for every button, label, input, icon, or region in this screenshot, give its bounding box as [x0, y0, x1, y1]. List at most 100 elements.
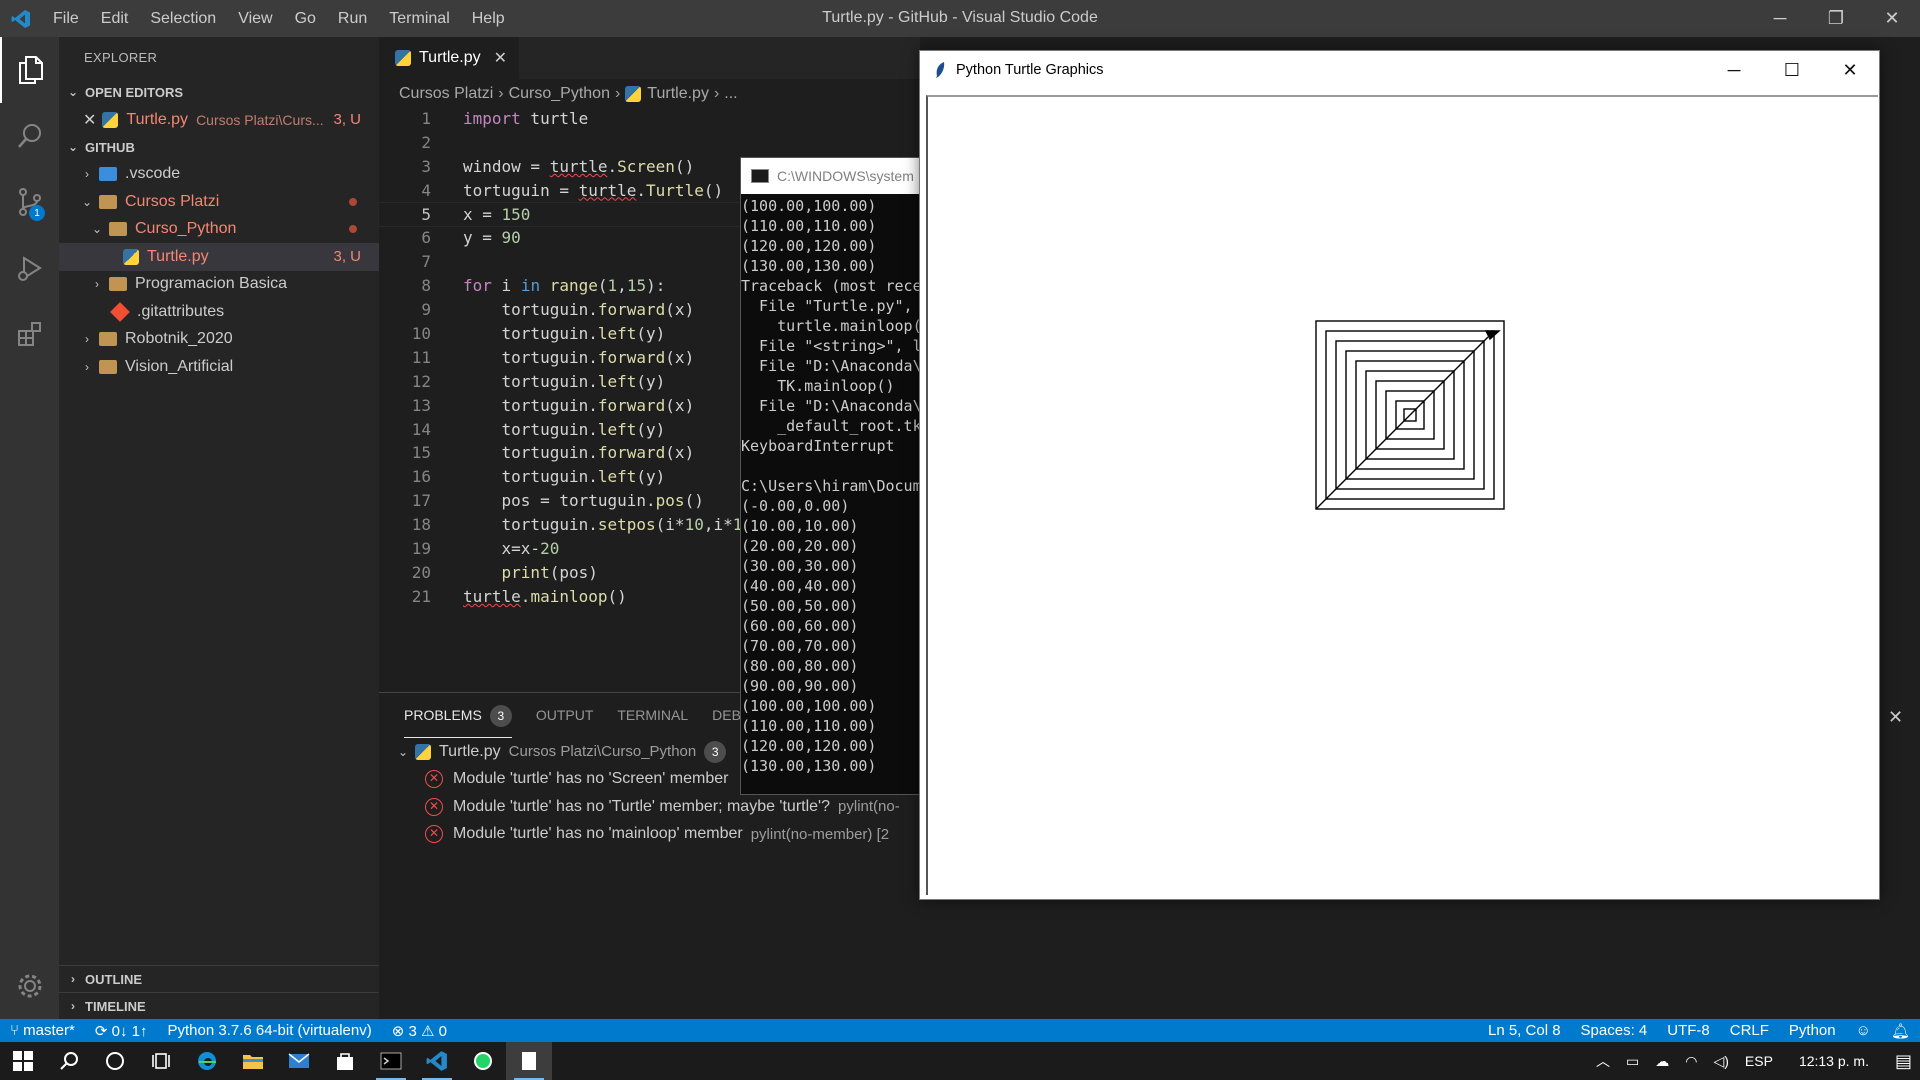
- tray-chevron-up-icon[interactable]: ︿: [1588, 1051, 1618, 1071]
- workspace-label: GITHUB: [85, 139, 135, 155]
- wifi-icon[interactable]: ◠: [1677, 1053, 1705, 1070]
- line-number: 2: [421, 132, 431, 152]
- breadcrumb-item[interactable]: Turtle.py: [647, 85, 709, 103]
- feedback-icon[interactable]: ☺: [1846, 1022, 1881, 1040]
- tree-item-programacion-basica[interactable]: › Programacion Basica: [59, 271, 379, 299]
- code-text: for i in range(1,15):: [463, 276, 666, 296]
- tree-item-turtle-py[interactable]: Turtle.py 3, U: [59, 243, 379, 271]
- menu-view[interactable]: View: [227, 0, 283, 37]
- timeline-header[interactable]: › TIMELINE: [59, 992, 379, 1019]
- problems-file-name: Turtle.py: [439, 742, 501, 760]
- line-number: 21: [411, 586, 431, 606]
- taskbar-edge[interactable]: [184, 1042, 230, 1080]
- language-mode[interactable]: Python: [1779, 1022, 1846, 1040]
- taskbar-store[interactable]: [322, 1042, 368, 1080]
- tree-item-robotnik[interactable]: › Robotnik_2020: [59, 326, 379, 354]
- action-center-icon[interactable]: ▤: [1887, 1051, 1920, 1072]
- close-tab-icon[interactable]: ✕: [494, 48, 507, 68]
- breadcrumb-item[interactable]: ...: [724, 85, 737, 103]
- volume-icon[interactable]: ◁): [1705, 1053, 1736, 1070]
- battery-icon[interactable]: ▭: [1618, 1053, 1647, 1070]
- turtle-maximize-button[interactable]: ☐: [1763, 51, 1821, 89]
- console-window[interactable]: C:\WINDOWS\system (100.00,100.00) (110.00…: [740, 157, 920, 795]
- taskbar-vscode[interactable]: [414, 1042, 460, 1080]
- menu-terminal[interactable]: Terminal: [378, 0, 460, 37]
- turtle-canvas[interactable]: [926, 95, 1878, 895]
- python-file-icon: [625, 86, 642, 102]
- tree-item-curso-python[interactable]: ⌄ Curso_Python: [59, 216, 379, 244]
- console-line: (130.00,130.00): [741, 757, 877, 775]
- chevron-down-icon: ⌄: [81, 194, 93, 209]
- manage-activity[interactable]: [0, 953, 59, 1019]
- tree-item-gitattributes[interactable]: .gitattributes: [59, 298, 379, 326]
- start-button[interactable]: [0, 1042, 46, 1080]
- chevron-right-icon: ›: [71, 971, 75, 986]
- menu-edit[interactable]: Edit: [90, 0, 140, 37]
- menu-file[interactable]: File: [42, 0, 90, 37]
- taskbar-notepad[interactable]: [506, 1042, 552, 1080]
- run-debug-activity[interactable]: [0, 235, 59, 301]
- taskbar-whatsapp[interactable]: [460, 1042, 506, 1080]
- close-editor-icon[interactable]: ✕: [83, 110, 96, 130]
- taskbar-file-explorer[interactable]: [230, 1042, 276, 1080]
- menu-run[interactable]: Run: [327, 0, 378, 37]
- problem-item[interactable]: ✕ Module 'turtle' has no 'Turtle' member…: [379, 793, 920, 821]
- taskbar-search[interactable]: [46, 1042, 92, 1080]
- breadcrumb-item[interactable]: Cursos Platzi: [399, 85, 493, 103]
- minimize-button[interactable]: ─: [1752, 0, 1808, 36]
- code-text: tortuguin.forward(x): [463, 395, 695, 415]
- problem-source: pylint(no-member) [2: [750, 825, 890, 843]
- problem-message: Module 'turtle' has no 'Screen' member: [453, 770, 729, 788]
- line-number: 11: [411, 347, 431, 367]
- taskbar-mail[interactable]: [276, 1042, 322, 1080]
- turtle-graphics-window[interactable]: Python Turtle Graphics ─ ☐ ✕: [919, 50, 1880, 900]
- tree-item-label: Turtle.py: [147, 247, 209, 265]
- menu-go[interactable]: Go: [284, 0, 327, 37]
- python-file-icon: [102, 111, 119, 128]
- restore-button[interactable]: ❐: [1808, 0, 1864, 36]
- extensions-activity[interactable]: [0, 301, 59, 367]
- tab-terminal[interactable]: TERMINAL: [617, 693, 688, 738]
- problem-item[interactable]: ✕ Module 'turtle' has no 'mainloop' memb…: [379, 821, 920, 849]
- cursor-position[interactable]: Ln 5, Col 8: [1478, 1022, 1571, 1040]
- notifications-bell-icon[interactable]: 🔔︎: [1881, 1022, 1920, 1040]
- open-editors-header[interactable]: ⌄ OPEN EDITORS: [59, 79, 379, 106]
- input-language[interactable]: ESP: [1737, 1053, 1781, 1069]
- tab-problems[interactable]: PROBLEMS 3: [404, 693, 512, 738]
- cortana-button[interactable]: [92, 1042, 138, 1080]
- tree-item-vscode[interactable]: › .vscode: [59, 161, 379, 189]
- tree-item-vision-artificial[interactable]: › Vision_Artificial: [59, 353, 379, 381]
- task-view-button[interactable]: [138, 1042, 184, 1080]
- breadcrumb-item[interactable]: Curso_Python: [509, 85, 610, 103]
- indentation[interactable]: Spaces: 4: [1571, 1022, 1658, 1040]
- tree-item-cursos-platzi[interactable]: ⌄ Cursos Platzi: [59, 188, 379, 216]
- outline-header[interactable]: › OUTLINE: [59, 965, 379, 992]
- workspace-header[interactable]: ⌄ GITHUB: [59, 134, 379, 161]
- sync-status[interactable]: ⟳ 0↓ 1↑: [85, 1022, 158, 1040]
- close-window-button[interactable]: ✕: [1864, 0, 1920, 36]
- open-editor-item[interactable]: ✕ Turtle.py Cursos Platzi\Curs... 3, U: [59, 106, 379, 134]
- menu-selection[interactable]: Selection: [139, 0, 227, 37]
- onedrive-cloud-icon[interactable]: ☁: [1647, 1053, 1677, 1070]
- console-line: File "D:\Anaconda\: [741, 357, 919, 375]
- end-of-line[interactable]: CRLF: [1720, 1022, 1779, 1040]
- interpreter-status[interactable]: Python 3.7.6 64-bit (virtualenv): [157, 1022, 381, 1039]
- encoding[interactable]: UTF-8: [1657, 1022, 1720, 1040]
- breadcrumb: Cursos Platzi › Curso_Python › Turtle.py…: [399, 81, 738, 107]
- clock[interactable]: 12:13 p. m.: [1781, 1053, 1887, 1069]
- turtle-close-button[interactable]: ✕: [1821, 51, 1879, 89]
- problems-status[interactable]: ⊗ 3 ⚠ 0: [382, 1022, 457, 1040]
- branch-status[interactable]: ⑂ master*: [0, 1022, 85, 1039]
- tab-output[interactable]: OUTPUT: [536, 693, 594, 738]
- tab-turtle-py[interactable]: Turtle.py ✕: [379, 37, 519, 79]
- turtle-minimize-button[interactable]: ─: [1705, 51, 1763, 89]
- explorer-activity[interactable]: [0, 37, 59, 103]
- console-title-bar[interactable]: C:\WINDOWS\system: [741, 158, 919, 194]
- menu-help[interactable]: Help: [461, 0, 516, 37]
- search-activity[interactable]: [0, 103, 59, 169]
- line-number: 14: [411, 419, 431, 439]
- taskbar-cmd[interactable]: [368, 1042, 414, 1080]
- close-panel-icon[interactable]: ✕: [1888, 707, 1903, 728]
- vscode-logo-icon: [0, 0, 42, 37]
- source-control-activity[interactable]: 1: [0, 169, 59, 235]
